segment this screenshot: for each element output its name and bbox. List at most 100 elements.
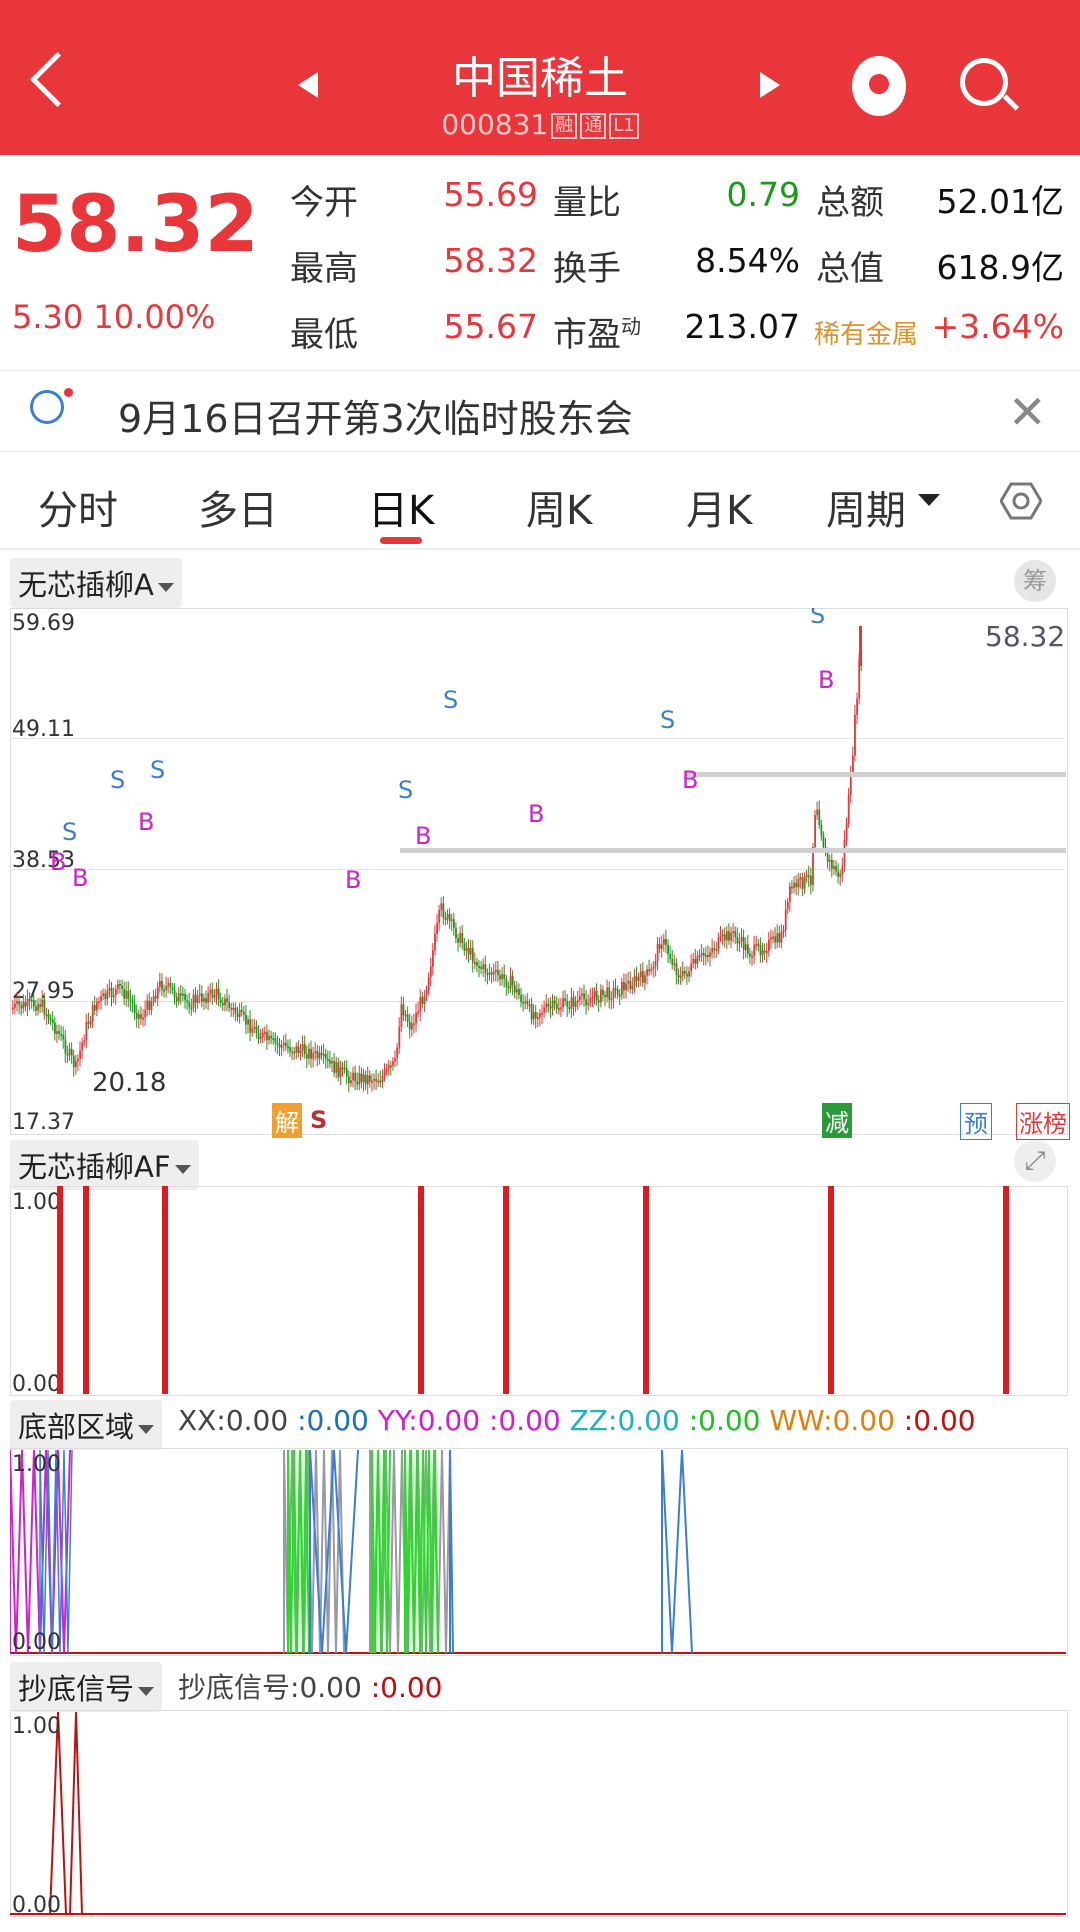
candle-body — [327, 1058, 329, 1061]
candle-body — [570, 997, 573, 1009]
candle-body — [765, 951, 768, 954]
candle-body — [421, 997, 424, 1005]
value-amount: 52.01亿 — [936, 182, 1064, 221]
candle-body — [429, 966, 432, 978]
candle-body — [261, 1032, 264, 1038]
candle-body — [835, 866, 837, 872]
candle-body — [341, 1067, 344, 1070]
candle-body — [726, 931, 728, 941]
y-axis-label: 1.00 — [12, 1452, 61, 1477]
candle-body — [520, 994, 522, 1003]
value-open: 55.69 — [443, 175, 538, 214]
settings-icon[interactable] — [1000, 480, 1042, 522]
candle-body — [488, 972, 491, 975]
price-change: 5.30 10.00% — [12, 298, 215, 336]
candle-body — [411, 1023, 413, 1030]
candle-body — [639, 971, 642, 978]
indicator-selector-bottom[interactable]: 底部区域 — [10, 1400, 163, 1450]
kline-candles[interactable]: SS SSSSSBBBBBBBB — [10, 608, 1066, 1133]
tab-monthly-k[interactable]: 月K — [686, 478, 752, 536]
candle-body — [234, 1007, 237, 1014]
candle-body — [495, 969, 497, 972]
marker-s[interactable]: S — [310, 1106, 327, 1134]
tab-multiday[interactable]: 多日 — [198, 478, 278, 536]
candle-body — [282, 1042, 285, 1046]
candle-body — [12, 1007, 14, 1010]
sector-change[interactable]: +3.64% — [930, 307, 1064, 346]
candle-body — [39, 1004, 42, 1007]
marker-ranking[interactable]: 涨榜 — [1016, 1103, 1070, 1140]
candle-body — [371, 1080, 373, 1083]
candle-body — [730, 932, 732, 941]
tab-daily-k[interactable]: 日K — [368, 478, 434, 536]
value-high: 58.32 — [443, 241, 538, 280]
candle-body — [362, 1074, 365, 1083]
marker-reduce[interactable]: 减 — [822, 1103, 852, 1138]
candle-body — [373, 1078, 375, 1081]
candle-body — [64, 1039, 67, 1054]
chip-distribution-button[interactable]: 筹 — [1014, 560, 1056, 602]
candle-body — [770, 937, 772, 940]
candle-body — [623, 981, 625, 991]
candle-body — [129, 999, 132, 1002]
indicator-selector-af[interactable]: 无芯插柳AF — [10, 1140, 199, 1190]
candle-body — [501, 974, 504, 980]
candle-body — [47, 1014, 50, 1019]
y-axis-label: 0.00 — [12, 1630, 61, 1655]
candle-body — [562, 998, 564, 1008]
candle-body — [381, 1075, 384, 1083]
candle-body — [16, 1001, 18, 1004]
current-price: 58.32 — [12, 180, 259, 270]
sector-name[interactable]: 稀有金属 — [814, 314, 918, 351]
candle-body — [591, 997, 594, 1000]
indicator-name: 无芯插柳AF — [18, 1150, 171, 1184]
candle-body — [797, 878, 800, 888]
candle-body — [581, 993, 583, 996]
close-icon[interactable]: ✕ — [1008, 389, 1047, 435]
candle-body — [532, 1011, 535, 1020]
marker-unlock[interactable]: 解 — [272, 1103, 302, 1138]
candle-body — [291, 1051, 294, 1054]
candle-body — [587, 1002, 590, 1006]
expand-icon[interactable]: ⤢ — [1014, 1140, 1056, 1182]
chevron-down-icon — [138, 1424, 155, 1434]
candle-body — [854, 714, 856, 756]
marker-forecast[interactable]: 预 — [960, 1103, 992, 1140]
candle-body — [79, 1050, 81, 1059]
candle-body — [91, 1005, 94, 1021]
mascot-icon[interactable] — [852, 56, 906, 116]
candle-body — [383, 1069, 386, 1076]
indicator-selector-main[interactable]: 无芯插柳A — [10, 558, 182, 608]
candle-body — [110, 987, 113, 997]
tab-intraday[interactable]: 分时 — [38, 478, 118, 536]
candle-body — [72, 1055, 75, 1068]
af-signal-bars — [57, 1186, 1009, 1394]
candle-body — [293, 1051, 296, 1054]
indicator-selector-signal[interactable]: 抄底信号 — [10, 1662, 163, 1712]
divider — [0, 548, 1080, 550]
candle-body — [539, 1013, 541, 1018]
candle-body — [400, 1004, 403, 1027]
notice-text[interactable]: 9月16日召开第3次临时股东会 — [118, 388, 633, 443]
next-icon[interactable] — [760, 72, 780, 98]
tab-period[interactable]: 周期 — [826, 478, 906, 536]
chevron-down-icon[interactable] — [918, 494, 940, 506]
search-icon[interactable] — [960, 58, 1008, 106]
candle-body — [648, 969, 651, 972]
candle-body — [486, 973, 489, 976]
candle-body — [723, 934, 726, 941]
candle-body — [471, 948, 474, 963]
candle-body — [245, 1014, 247, 1025]
prev-icon[interactable] — [298, 72, 318, 98]
candle-body — [243, 1011, 245, 1015]
region-line — [449, 1449, 454, 1654]
candle-body — [579, 995, 581, 1001]
candle-body — [738, 941, 741, 944]
candle-body — [732, 930, 735, 933]
candle-body — [295, 1046, 298, 1053]
tab-weekly-k[interactable]: 周K — [526, 478, 592, 536]
indicator-name: 抄底信号 — [18, 1672, 135, 1706]
candle-body — [306, 1054, 308, 1059]
tag-tong: 通 — [580, 113, 607, 139]
candle-body — [33, 1000, 35, 1007]
